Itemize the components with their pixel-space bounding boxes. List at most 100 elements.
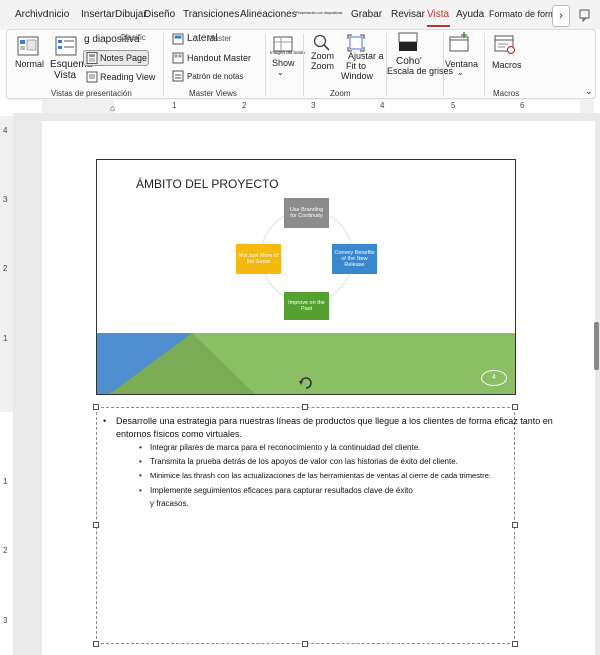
tab-inicio[interactable]: Inicio: [46, 9, 69, 20]
horizontal-ruler: 1 2 3 4 5 6 ⌂: [42, 100, 594, 113]
outline-view-label-b[interactable]: Vista: [54, 70, 76, 81]
slide-master-icon: [172, 33, 184, 45]
notes-page-icon: [86, 52, 98, 64]
indent-marker-icon[interactable]: ⌂: [110, 103, 115, 113]
macros-icon[interactable]: [494, 35, 516, 55]
slide-background-art: [97, 209, 515, 394]
notes-sub-item[interactable]: Transmita la prueba detrás de los apoyos…: [150, 457, 458, 466]
show-image-label: Imagen del botón: [270, 50, 305, 55]
presentation-views-group-label: Vistas de presentación: [51, 89, 132, 98]
fit-to-window-icon[interactable]: [347, 34, 365, 52]
ruler-number: 2: [3, 264, 8, 273]
bullet-icon: •: [139, 443, 142, 452]
ruler-number: 3: [3, 195, 8, 204]
resize-handle[interactable]: [93, 404, 99, 410]
show-chevron-icon[interactable]: ⌄: [277, 68, 284, 77]
bullet-icon: •: [139, 486, 142, 495]
bullet-icon: •: [139, 457, 142, 466]
window-chevron-icon[interactable]: ⌄: [457, 68, 464, 77]
bullet-icon: •: [103, 416, 107, 426]
resize-handle[interactable]: [302, 404, 308, 410]
zoom-icon[interactable]: [313, 34, 331, 52]
outline-view-icon[interactable]: [55, 36, 77, 56]
resize-handle[interactable]: [302, 641, 308, 647]
new-window-icon[interactable]: [448, 32, 470, 52]
tab-grabar[interactable]: Grabar: [351, 9, 382, 20]
fit-label-a[interactable]: Ajustar a: [348, 51, 384, 61]
resize-handle[interactable]: [512, 404, 518, 410]
slide-sorter-overlap-label: Clasific: [120, 33, 146, 42]
tab-insertar[interactable]: Insertar: [81, 9, 115, 20]
slide-number-badge: 4: [481, 370, 507, 386]
ruler-number: 3: [3, 616, 8, 625]
diagram-box-bottom: Improve on the Past: [284, 292, 329, 320]
rotate-handle-icon[interactable]: [298, 375, 314, 391]
resize-handle[interactable]: [512, 522, 518, 528]
vertical-ruler: 4 3 2 1 1 2 3: [0, 116, 13, 655]
tab-formato-de-forma[interactable]: Formato de forma: [489, 9, 561, 19]
color-grayscale-icon[interactable]: [398, 32, 418, 52]
resize-handle[interactable]: [512, 641, 518, 647]
resize-handle[interactable]: [93, 522, 99, 528]
tab-diseno[interactable]: Diseño: [144, 9, 175, 20]
slide-thumbnail[interactable]: ÁMBITO DEL PROYECTO Use Branding for Con…: [96, 159, 516, 395]
ruler-number: 1: [172, 101, 177, 110]
show-button[interactable]: Show: [272, 58, 295, 68]
resize-handle[interactable]: [93, 641, 99, 647]
bullet-icon: •: [139, 471, 142, 480]
ruler-number: 5: [451, 101, 456, 110]
reading-view-button[interactable]: Reading View: [100, 72, 155, 82]
diagram-box-left: Not Just More of the Same: [236, 244, 281, 274]
reading-view-icon: [86, 71, 98, 83]
notes-sub-item[interactable]: Minimice las thrash con las actualizacio…: [150, 471, 491, 480]
fit-label-b[interactable]: Fit to: [346, 61, 366, 71]
collapse-ribbon-chevron-icon[interactable]: ⌄: [585, 86, 593, 97]
ruler-number: 1: [3, 334, 8, 343]
diagram-box-top: Use Branding for Continuity: [284, 198, 329, 228]
notes-master-icon: [172, 70, 184, 82]
tab-revisar[interactable]: Revisar: [391, 9, 425, 20]
tab-presentacion[interactable]: Presentación con diapositivas: [296, 11, 342, 15]
notes-page-label[interactable]: Notes Page: [100, 53, 147, 63]
ruler-number: 4: [3, 126, 8, 135]
ruler-number: 1: [3, 477, 8, 486]
fit-label-c[interactable]: Window: [341, 71, 373, 81]
zoom-group-label: Zoom: [330, 89, 351, 98]
normal-view-icon[interactable]: [17, 36, 39, 56]
ruler-margin-area: [114, 100, 580, 113]
tab-vista[interactable]: Vista: [427, 9, 449, 20]
notes-sub-item-continued[interactable]: y fracasos.: [150, 499, 189, 508]
zoom-label-b[interactable]: Zoom: [311, 61, 334, 71]
ribbon-separator: [386, 34, 387, 96]
tab-archivo[interactable]: Archivo: [15, 9, 48, 20]
ribbon-separator: [163, 34, 164, 96]
handout-master-button[interactable]: Handout Master: [187, 53, 251, 63]
diagram-box-right: Convey Benefits of the New Release: [332, 244, 377, 274]
notes-sub-item[interactable]: Integrar pilares de marca para el recono…: [150, 443, 420, 452]
slide-title: ÁMBITO DEL PROYECTO: [136, 177, 279, 191]
handout-master-icon: [172, 52, 184, 64]
ribbon-tabs: Archivo Inicio Insertar Dibujar Diseño T…: [0, 0, 600, 30]
ruler-number: 2: [242, 101, 247, 110]
normal-view-button[interactable]: Normal: [15, 59, 44, 69]
active-tab-indicator: [427, 25, 450, 27]
slide-master-label-b[interactable]: Master: [207, 34, 231, 43]
notes-main-text[interactable]: Desarrolle una estrategia para nuestras …: [116, 415, 566, 441]
tabs-scroll-button[interactable]: ›: [552, 5, 570, 27]
share-icon[interactable]: [578, 8, 592, 22]
tab-alineaciones[interactable]: Alineaciones: [240, 9, 297, 20]
ribbon-separator: [303, 34, 304, 96]
master-views-group-label: Master Views: [189, 89, 237, 98]
tab-ayuda[interactable]: Ayuda: [456, 9, 484, 20]
tab-transiciones[interactable]: Transiciones: [183, 9, 239, 20]
ruler-number: 6: [520, 101, 525, 110]
zoom-label-a[interactable]: Zoom: [311, 51, 334, 61]
tab-dibujar[interactable]: Dibujar: [115, 9, 147, 20]
ribbon-separator: [443, 34, 444, 96]
ruler-number: 2: [3, 546, 8, 555]
notes-master-button[interactable]: Patrón de notas: [187, 72, 243, 81]
ribbon-separator: [484, 34, 485, 96]
macros-button[interactable]: Macros: [492, 60, 522, 70]
vertical-scrollbar-thumb[interactable]: [594, 322, 599, 370]
notes-sub-item[interactable]: Implemente seguimientos eficaces para ca…: [150, 486, 413, 495]
